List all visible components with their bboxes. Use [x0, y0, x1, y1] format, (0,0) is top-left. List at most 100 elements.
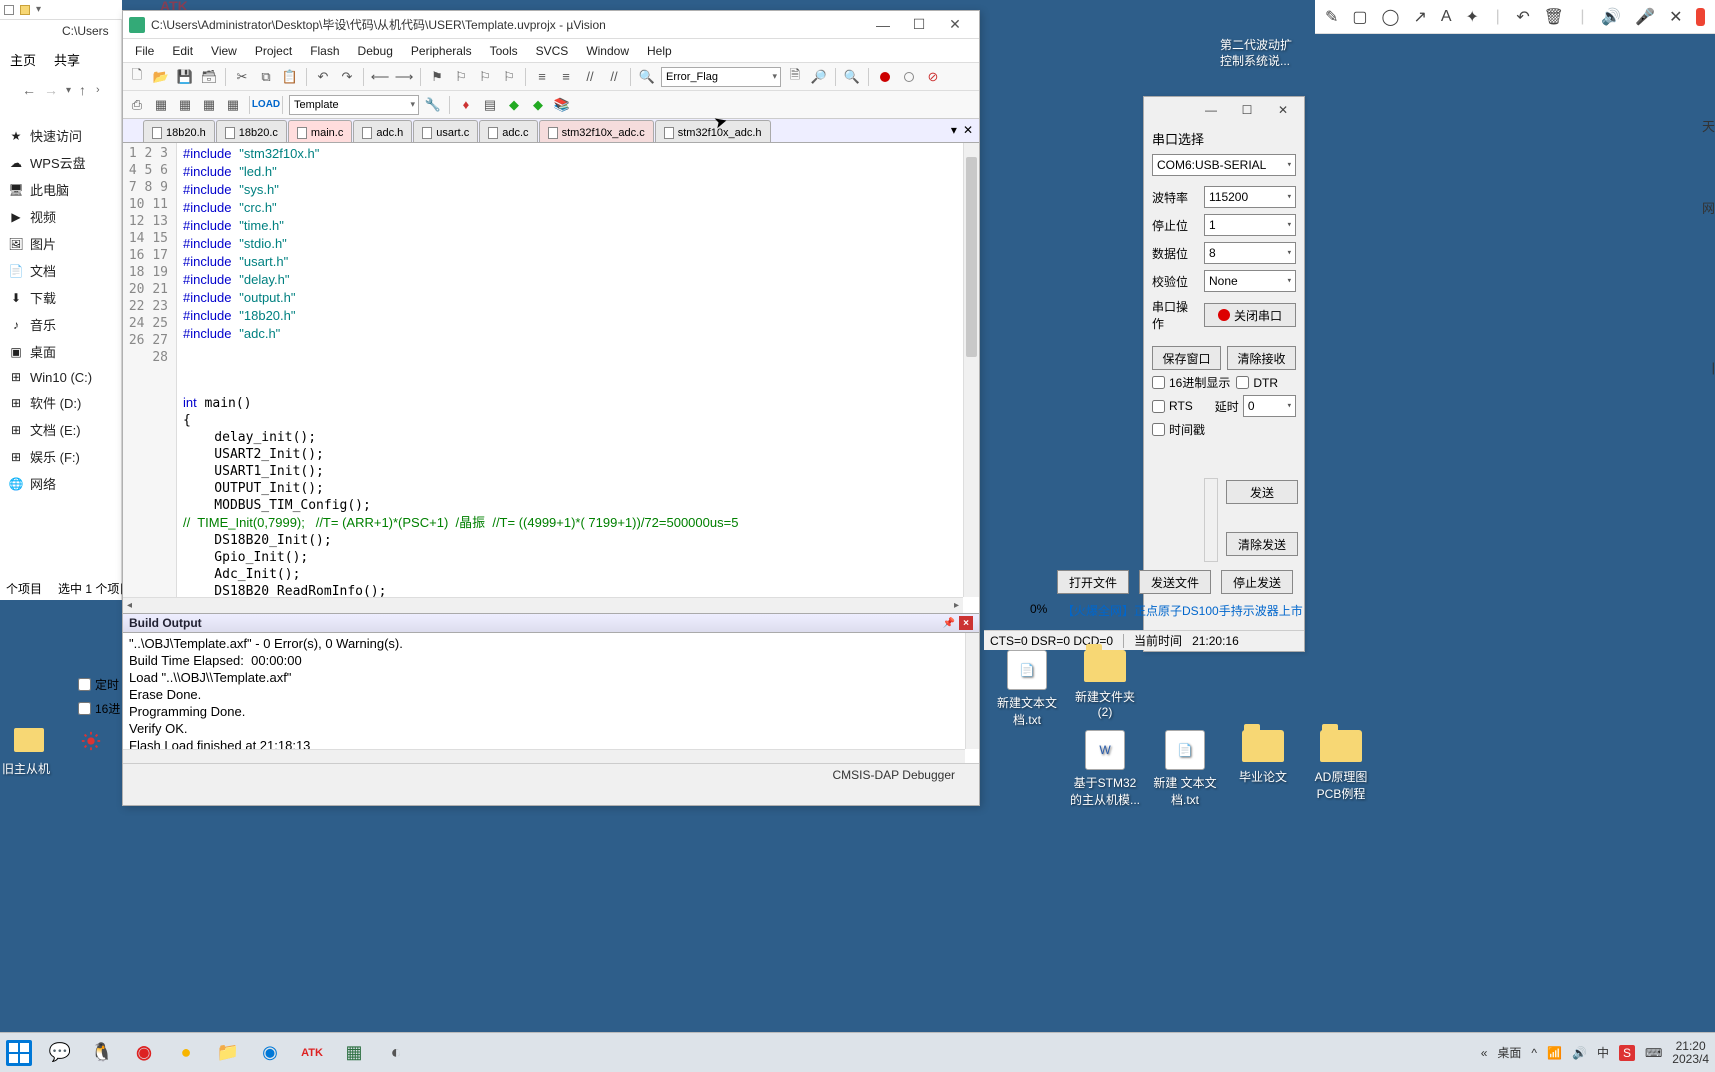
desktop-folder-label[interactable]: 旧主从机 [2, 760, 50, 777]
tree-item[interactable]: ⊞Win10 (C:) [0, 365, 122, 389]
file-tab[interactable]: stm32f10x_adc.c [539, 120, 654, 142]
find-in-files-icon[interactable]: 🗎 [785, 67, 805, 87]
save-all-icon[interactable]: 🗃 [199, 67, 219, 87]
file-tab[interactable]: 18b20.c [216, 120, 287, 142]
pack-icon[interactable]: ◆ [528, 95, 548, 115]
rebuild-icon[interactable]: ▦ [175, 95, 195, 115]
breakpoint-toggle-icon[interactable] [899, 67, 919, 87]
batch-build-icon[interactable]: ▦ [199, 95, 219, 115]
checkbox-timer[interactable]: 定时 [78, 676, 119, 693]
cut-icon[interactable]: ✂ [232, 67, 252, 87]
menu-svcs[interactable]: SVCS [528, 41, 577, 61]
tree-item[interactable]: ▣桌面 [0, 338, 122, 365]
find-combo[interactable]: Error_Flag [661, 67, 781, 87]
tree-item[interactable]: ♪音乐 [0, 311, 122, 338]
parity-combo[interactable]: None [1204, 270, 1296, 292]
stop-build-icon[interactable]: ▦ [223, 95, 243, 115]
build-output[interactable]: "..\OBJ\Template.axf" - 0 Error(s), 0 Wa… [123, 633, 979, 763]
maximize-icon[interactable]: ☐ [1232, 99, 1262, 121]
arrow-icon[interactable]: ↗ [1413, 7, 1426, 27]
tree-item[interactable]: ☁WPS云盘 [0, 149, 122, 176]
file-tab[interactable]: usart.c [413, 120, 478, 142]
back-icon[interactable]: ← [22, 82, 36, 98]
menu-help[interactable]: Help [639, 41, 680, 61]
minimize-icon[interactable]: — [1196, 99, 1226, 121]
menu-tools[interactable]: Tools [482, 41, 526, 61]
vertical-scrollbar[interactable] [965, 633, 979, 749]
menu-edit[interactable]: Edit [164, 41, 201, 61]
tree-item[interactable]: 🖥此电脑 [0, 176, 122, 203]
desktop-label[interactable]: 第二代波动扩 [1220, 36, 1292, 53]
port-combo[interactable]: COM6:USB-SERIAL [1152, 154, 1296, 176]
netease-icon[interactable]: ◉ [130, 1039, 158, 1067]
tree-item[interactable]: 🖼图片 [0, 230, 122, 257]
pencil-icon[interactable]: ✎ [1325, 7, 1338, 27]
debug-icon[interactable]: 🔍 [842, 67, 862, 87]
menu-peripherals[interactable]: Peripherals [403, 41, 480, 61]
file-tab[interactable]: 18b20.h [143, 120, 215, 142]
undo-icon[interactable]: ↶ [313, 67, 333, 87]
target-options-icon[interactable]: 🔧 [423, 95, 443, 115]
sogou-icon[interactable]: S [1619, 1045, 1635, 1061]
clear-tx-button[interactable]: 清除发送 [1226, 532, 1298, 556]
trash-icon[interactable]: 🗑 [1544, 7, 1564, 27]
bookmark-icon[interactable]: ⚑ [427, 67, 447, 87]
volume-icon[interactable]: 🔊 [1572, 1046, 1587, 1060]
close-panel-icon[interactable]: × [959, 616, 973, 630]
redo-icon[interactable]: ↷ [337, 67, 357, 87]
tree-item[interactable]: ★快速访问 [0, 122, 122, 149]
checkbox-icon[interactable] [4, 5, 14, 15]
delay-combo[interactable]: 0 [1243, 395, 1296, 417]
clear-rx-button[interactable]: 清除接收 [1227, 346, 1296, 370]
file-tab[interactable]: main.c [288, 120, 352, 142]
stop-send-button[interactable]: 停止发送 [1221, 570, 1293, 594]
app-icon[interactable]: ● [172, 1039, 200, 1067]
close-icon[interactable]: ✕ [937, 13, 973, 37]
comment-icon[interactable]: // [580, 67, 600, 87]
bookmark-clear-icon[interactable]: ⚐ [499, 67, 519, 87]
menu-view[interactable]: View [203, 41, 245, 61]
bookmark-prev-icon[interactable]: ⚐ [451, 67, 471, 87]
keyboard-icon[interactable]: ⌨ [1645, 1046, 1662, 1060]
menu-file[interactable]: File [127, 41, 162, 61]
mic-icon[interactable]: 🎤 [1635, 7, 1655, 27]
desktop-folder[interactable]: 毕业论文 [1228, 730, 1298, 785]
desktop-file[interactable]: W基于STM32 的主从机模... [1070, 730, 1140, 808]
open-file-button[interactable]: 打开文件 [1057, 570, 1129, 594]
tray-time[interactable]: 21:20 [1672, 1040, 1709, 1053]
qq-icon[interactable]: 🐧 [88, 1039, 116, 1067]
edge-icon[interactable]: ◉ [256, 1039, 284, 1067]
vertical-scrollbar[interactable] [1204, 478, 1218, 562]
timestamp-checkbox[interactable] [1152, 423, 1165, 436]
download-icon[interactable]: LOAD [256, 95, 276, 115]
maximize-icon[interactable]: ☐ [901, 13, 937, 37]
toggle-port-button[interactable]: 关闭串口 [1204, 303, 1296, 327]
nav-fwd-icon[interactable]: ⟶ [394, 67, 414, 87]
tree-item[interactable]: 📄文档 [0, 257, 122, 284]
atk-app-icon[interactable]: ATK [298, 1039, 326, 1067]
forward-icon[interactable]: → [44, 82, 58, 98]
start-button[interactable] [6, 1040, 32, 1066]
explorer-icon[interactable]: 📁 [214, 1039, 242, 1067]
baud-combo[interactable]: 115200 [1204, 186, 1296, 208]
undo-icon[interactable]: ↶ [1516, 7, 1529, 27]
gear-icon[interactable] [80, 730, 102, 752]
indent-icon[interactable]: ≡ [532, 67, 552, 87]
tab-list-icon[interactable]: ▾ [951, 123, 957, 137]
code-area[interactable]: #include "stm32f10x.h" #include "led.h" … [177, 143, 979, 613]
tree-item[interactable]: ▶视频 [0, 203, 122, 230]
tree-item[interactable]: 🌐网络 [0, 470, 122, 497]
file-tab[interactable]: stm32f10x_adc.h [655, 120, 771, 142]
save-icon[interactable]: 💾 [175, 67, 195, 87]
copy-icon[interactable]: ⧉ [256, 67, 276, 87]
tray-overflow-icon[interactable]: « [1481, 1046, 1488, 1060]
save-window-button[interactable]: 保存窗口 [1152, 346, 1221, 370]
paste-icon[interactable]: 📋 [280, 67, 300, 87]
dtr-checkbox[interactable] [1236, 376, 1249, 389]
uncomment-icon[interactable]: // [604, 67, 624, 87]
desktop-folder[interactable]: AD原理图 PCB例程 [1306, 730, 1376, 802]
send-button[interactable]: 发送 [1226, 480, 1298, 504]
breakpoint-insert-icon[interactable] [875, 67, 895, 87]
wechat-icon[interactable]: 💬 [46, 1039, 74, 1067]
horizontal-scrollbar[interactable]: ◂▸ [123, 597, 963, 613]
